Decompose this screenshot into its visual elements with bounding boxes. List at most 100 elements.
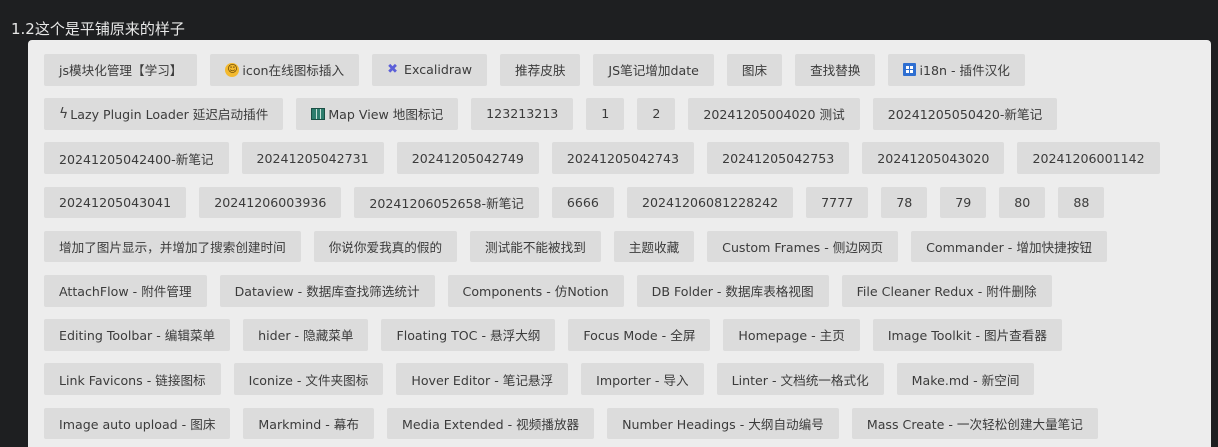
tag-item[interactable]: i18n - 插件汉化 bbox=[888, 54, 1025, 86]
tag-item[interactable]: hider - 隐藏菜单 bbox=[243, 319, 369, 351]
tag-panel: js模块化管理【学习】 ☺ icon在线图标插入 ✖ Excalidraw 推荐皮肤 JS笔… bbox=[28, 40, 1211, 447]
tag-item[interactable]: 20241205043041 bbox=[44, 186, 187, 219]
tag-item[interactable]: AttachFlow - 附件管理 bbox=[44, 274, 207, 307]
tag-label: Dataview - 数据库查找筛选统计 bbox=[234, 284, 420, 300]
tag-item[interactable]: Mass Create - 一次轻松创建大量笔记 bbox=[851, 407, 1098, 440]
tag-label: icon在线图标插入 bbox=[242, 63, 345, 79]
tag-label: Homepage - 主页 bbox=[738, 328, 845, 344]
tag-label: Mass Create - 一次轻松创建大量笔记 bbox=[866, 416, 1083, 432]
tag-item[interactable]: 20241205042753 bbox=[707, 142, 850, 174]
tag-item[interactable]: 增加了图片显示，并增加了搜索创建时间 bbox=[44, 230, 301, 263]
tag-item[interactable]: ϟ Lazy Plugin Loader 延迟启动插件 bbox=[44, 98, 284, 130]
tag-label: 2 bbox=[652, 106, 661, 122]
tag-item[interactable]: Focus Mode - 全屏 bbox=[568, 319, 711, 351]
tag-item[interactable]: 80 bbox=[999, 186, 1046, 219]
tag-item[interactable]: 20241206001142 bbox=[1017, 142, 1160, 174]
tag-item[interactable]: Floating TOC - 悬浮大纲 bbox=[381, 319, 556, 351]
tag-item[interactable]: ☺ icon在线图标插入 bbox=[210, 54, 360, 86]
tag-item[interactable]: Custom Frames - 侧边网页 bbox=[707, 230, 899, 263]
tag-item[interactable]: 20241205004020 测试 bbox=[688, 98, 860, 130]
emoji-icon: ☺ bbox=[225, 62, 240, 77]
tag-item[interactable]: 20241205043020 bbox=[862, 142, 1005, 174]
tag-item[interactable]: 6666 bbox=[551, 186, 614, 219]
tag-item[interactable]: 20241206052658-新笔记 bbox=[354, 186, 539, 219]
tag-item[interactable]: 79 bbox=[940, 186, 987, 219]
tag-item[interactable]: 查找替换 bbox=[795, 54, 876, 86]
tag-item[interactable]: File Cleaner Redux - 附件删除 bbox=[841, 274, 1052, 307]
tag-item[interactable]: 图床 bbox=[726, 54, 783, 86]
tag-item[interactable]: 20241206003936 bbox=[199, 186, 342, 219]
tag-item[interactable]: Link Favicons - 链接图标 bbox=[44, 363, 221, 395]
tag-item[interactable]: Hover Editor - 笔记悬浮 bbox=[396, 363, 569, 395]
tag-label: Linter - 文档统一格式化 bbox=[731, 372, 869, 388]
tag-label: 20241205042731 bbox=[256, 150, 369, 166]
tag-item[interactable]: 20241206081228242 bbox=[626, 186, 794, 219]
tag-item[interactable]: 2 bbox=[637, 98, 676, 130]
tag-item[interactable]: Editing Toolbar - 编辑菜单 bbox=[44, 319, 231, 351]
tag-label: 79 bbox=[955, 194, 972, 210]
grid-icon bbox=[903, 63, 917, 77]
tag-label: Markmind - 幕布 bbox=[258, 416, 359, 432]
tag-item[interactable]: Markmind - 幕布 bbox=[243, 407, 374, 440]
tag-item[interactable]: Iconize - 文件夹图标 bbox=[233, 363, 384, 395]
tag-label: Components - 仿Notion bbox=[462, 284, 609, 300]
tag-item[interactable]: Linter - 文档统一格式化 bbox=[716, 363, 884, 395]
tag-item[interactable]: Number Headings - 大纲自动编号 bbox=[607, 407, 839, 440]
tag-label: i18n - 插件汉化 bbox=[919, 63, 1010, 79]
tag-label: 88 bbox=[1073, 194, 1090, 210]
tag-label: 20241205043020 bbox=[877, 150, 990, 166]
tag-label: 20241205043041 bbox=[59, 194, 172, 210]
tag-item[interactable]: Media Extended - 视频播放器 bbox=[386, 407, 595, 440]
tag-item[interactable]: Homepage - 主页 bbox=[723, 319, 860, 351]
tag-item[interactable]: 123213213 bbox=[471, 98, 574, 130]
excalidraw-icon: ✖ bbox=[387, 62, 398, 78]
tag-item[interactable]: JS笔记增加date bbox=[593, 54, 714, 86]
tag-item[interactable]: 你说你爱我真的假的 bbox=[313, 230, 458, 263]
tag-item[interactable]: 推荐皮肤 bbox=[500, 54, 581, 86]
tag-label: 20241205050420-新笔记 bbox=[887, 107, 1043, 123]
tag-item[interactable]: ✖ Excalidraw bbox=[372, 54, 488, 86]
tag-item[interactable]: 7777 bbox=[806, 186, 869, 219]
tag-label: JS笔记增加date bbox=[608, 63, 699, 79]
tag-item[interactable]: js模块化管理【学习】 bbox=[44, 54, 198, 86]
tag-label: 推荐皮肤 bbox=[515, 63, 566, 79]
tag-item[interactable]: 20241205042743 bbox=[551, 142, 695, 174]
tag-label: DB Folder - 数据库表格视图 bbox=[651, 284, 814, 300]
tag-item[interactable]: 78 bbox=[881, 186, 928, 219]
tag-item[interactable]: DB Folder - 数据库表格视图 bbox=[636, 274, 829, 307]
tag-list: js模块化管理【学习】 ☺ icon在线图标插入 ✖ Excalidraw 推荐皮肤 JS笔… bbox=[44, 54, 1194, 440]
tag-label: Editing Toolbar - 编辑菜单 bbox=[59, 328, 216, 344]
tag-label: Image auto upload - 图床 bbox=[59, 416, 216, 432]
tag-label: 20241206052658-新笔记 bbox=[369, 195, 524, 211]
tag-item[interactable]: 20241205042731 bbox=[241, 142, 384, 174]
tag-label: Media Extended - 视频播放器 bbox=[401, 416, 580, 432]
tag-label: 查找替换 bbox=[810, 63, 861, 79]
tag-item[interactable]: 20241205042400-新笔记 bbox=[44, 142, 229, 174]
tag-label: 测试能不能被找到 bbox=[485, 240, 586, 256]
tag-label: 20241205042749 bbox=[411, 150, 524, 166]
tag-item[interactable]: Importer - 导入 bbox=[581, 363, 704, 395]
tag-item[interactable]: 主题收藏 bbox=[613, 230, 695, 263]
tag-item[interactable]: 测试能不能被找到 bbox=[470, 230, 601, 263]
tag-label: 123213213 bbox=[486, 106, 559, 122]
tag-label: Focus Mode - 全屏 bbox=[583, 328, 696, 344]
tag-item[interactable]: 20241205042749 bbox=[396, 142, 539, 174]
tag-item[interactable]: Image auto upload - 图床 bbox=[44, 407, 231, 440]
tag-item[interactable]: Make.md - 新空间 bbox=[896, 363, 1035, 395]
tag-item[interactable]: Map View 地图标记 bbox=[296, 98, 459, 130]
tag-item[interactable]: 1 bbox=[586, 98, 625, 130]
tag-item[interactable]: 20241205050420-新笔记 bbox=[872, 98, 1058, 130]
tag-item[interactable]: Commander - 增加快捷按钮 bbox=[911, 230, 1107, 263]
tag-label: 80 bbox=[1014, 194, 1031, 210]
page-title: 1.2这个是平铺原来的样子 bbox=[11, 20, 185, 38]
tag-label: Link Favicons - 链接图标 bbox=[59, 372, 206, 388]
tag-label: Commander - 增加快捷按钮 bbox=[926, 240, 1092, 256]
tag-item[interactable]: Dataview - 数据库查找筛选统计 bbox=[219, 274, 435, 307]
tag-label: 20241205042400-新笔记 bbox=[59, 151, 214, 167]
tag-item[interactable]: Components - 仿Notion bbox=[447, 274, 624, 307]
tag-item[interactable]: 88 bbox=[1058, 186, 1105, 219]
tag-label: 20241205042743 bbox=[566, 150, 680, 166]
tag-label: Hover Editor - 笔记悬浮 bbox=[411, 372, 554, 388]
tag-label: 20241206003936 bbox=[214, 194, 327, 210]
tag-item[interactable]: Image Toolkit - 图片查看器 bbox=[872, 319, 1062, 351]
